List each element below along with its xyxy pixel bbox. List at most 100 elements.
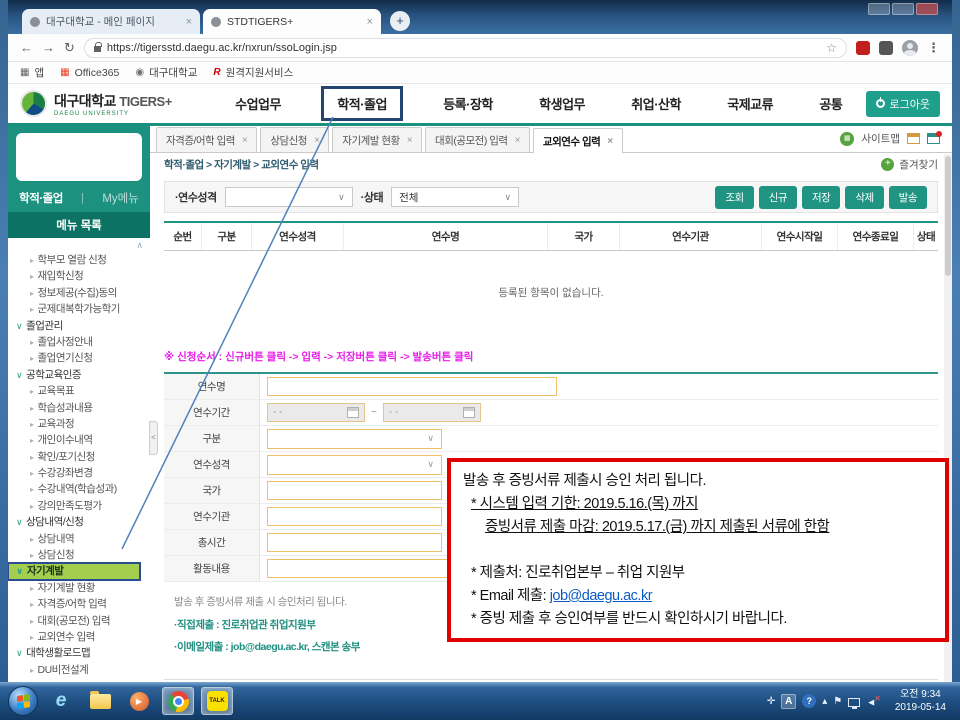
show-hidden-icons[interactable]: ▴ bbox=[822, 696, 827, 707]
sidebar-item[interactable]: ▸졸업연기신청 bbox=[8, 350, 150, 366]
nav-item[interactable]: 취업·산학 bbox=[625, 89, 687, 118]
pdf-extension-icon[interactable] bbox=[856, 41, 870, 55]
sidebar-item[interactable]: ▸재입학신청 bbox=[8, 268, 150, 284]
bookmark-star-icon[interactable]: ☆ bbox=[826, 41, 837, 55]
sidebar-item[interactable]: ▸자격증/어학 입력 bbox=[8, 596, 150, 612]
tab-close-icon[interactable]: × bbox=[242, 135, 247, 146]
tab-close-icon[interactable]: × bbox=[515, 135, 520, 146]
sidebar-item[interactable]: ▸졸업사정안내 bbox=[8, 334, 150, 350]
sidebar-item[interactable]: ∨공학교육인증 bbox=[8, 367, 150, 383]
구분-select[interactable]: ∨ bbox=[267, 429, 442, 449]
sidebar-item[interactable]: ▸DU비전설계 bbox=[8, 662, 150, 678]
end-date-input[interactable]: - - bbox=[383, 403, 481, 422]
sidebar-tab-mymenu[interactable]: My메뉴 bbox=[102, 190, 139, 206]
tab-close-icon[interactable]: × bbox=[314, 135, 319, 146]
tab-close-icon[interactable]: × bbox=[607, 136, 612, 147]
sidebar-item[interactable]: ▸상담신청 bbox=[8, 547, 150, 563]
calendar-icon[interactable] bbox=[347, 407, 359, 418]
taskbar-clock[interactable]: 오전 9:34 2019-05-14 bbox=[889, 688, 952, 714]
search-field-select[interactable]: ∨ bbox=[225, 187, 353, 207]
browser-tab[interactable]: STDTIGERS+× bbox=[203, 9, 381, 34]
maximize-button[interactable] bbox=[892, 3, 914, 15]
email-link[interactable]: job@daegu.ac.kr bbox=[550, 588, 652, 604]
new-button[interactable]: 신규 bbox=[759, 186, 797, 209]
총시간-input[interactable] bbox=[267, 533, 442, 552]
browser-menu-icon[interactable]: ⋮ bbox=[927, 40, 940, 56]
chrome-icon[interactable] bbox=[162, 687, 194, 715]
collapse-all-icon[interactable]: ∧ bbox=[136, 240, 143, 251]
sidebar-item[interactable]: ▸자기계발 현황 bbox=[8, 580, 150, 596]
nav-item[interactable]: 수업업무 bbox=[229, 89, 287, 118]
kakaotalk-icon[interactable]: TALK bbox=[201, 687, 233, 715]
address-bar[interactable]: https://tigersstd.daegu.ac.kr/nxrun/ssoL… bbox=[84, 38, 847, 58]
save-button[interactable]: 저장 bbox=[802, 186, 840, 209]
media-player-icon[interactable]: ▶ bbox=[123, 687, 155, 715]
favorites-link[interactable]: + 즐겨찾기 bbox=[881, 157, 938, 172]
nav-item[interactable]: 학생업무 bbox=[533, 89, 591, 118]
활동내용-input[interactable] bbox=[267, 559, 467, 578]
flag-icon[interactable]: ⚑ bbox=[833, 696, 842, 707]
profile-avatar[interactable] bbox=[902, 40, 918, 56]
nav-item[interactable]: 등록·장학 bbox=[437, 89, 499, 118]
nav-item[interactable]: 공통 bbox=[813, 89, 848, 118]
file-explorer-icon[interactable] bbox=[84, 687, 116, 715]
ime-tool-icon[interactable]: ✛ bbox=[767, 696, 775, 707]
sidebar-item[interactable]: ▸확인/포기신청 bbox=[8, 449, 150, 465]
bookmark-item[interactable]: ▦Office365 bbox=[60, 67, 119, 79]
back-icon[interactable]: ← bbox=[20, 40, 33, 55]
reload-icon[interactable]: ↻ bbox=[64, 40, 75, 56]
국가-input[interactable] bbox=[267, 481, 442, 500]
forward-icon[interactable]: → bbox=[42, 40, 55, 55]
start-button[interactable] bbox=[8, 686, 38, 716]
search-button[interactable]: 조회 bbox=[715, 186, 753, 209]
sidebar-item[interactable]: ∨대학생활로드맵 bbox=[8, 645, 150, 661]
mdi-tab[interactable]: 상담신청× bbox=[260, 127, 329, 152]
ime-a-indicator[interactable]: A bbox=[781, 694, 796, 709]
logout-button[interactable]: 로그아웃 bbox=[866, 91, 940, 117]
bookmark-item[interactable]: ▦앱 bbox=[20, 65, 44, 80]
sidebar-collapse-handle[interactable]: < bbox=[149, 421, 158, 455]
sidebar-item[interactable]: ∨상담내역/신청 bbox=[8, 514, 150, 530]
help-icon[interactable]: ? bbox=[802, 694, 816, 708]
sidebar-item[interactable]: ▸개인이수내역 bbox=[8, 432, 150, 448]
sidebar-item[interactable]: ▸교육목표 bbox=[8, 383, 150, 399]
network-icon[interactable] bbox=[848, 698, 860, 707]
nav-item[interactable]: 국제교류 bbox=[721, 89, 779, 118]
window-restore-icon[interactable] bbox=[907, 133, 920, 144]
sidebar-item[interactable]: ▸정보제공(수집)동의 bbox=[8, 285, 150, 301]
bookmark-item[interactable]: ◉대구대학교 bbox=[135, 65, 197, 80]
연수명-input[interactable] bbox=[267, 377, 557, 396]
internet-explorer-icon[interactable]: e bbox=[45, 687, 77, 715]
tab-close-icon[interactable]: × bbox=[367, 16, 373, 28]
calendar-icon[interactable] bbox=[463, 407, 475, 418]
new-tab-button[interactable]: + bbox=[390, 11, 410, 31]
extension-icon[interactable] bbox=[879, 41, 893, 55]
sidebar-item[interactable]: ▸학습성과내용 bbox=[8, 400, 150, 416]
sidebar-item[interactable]: ▸교외연수 입력 bbox=[8, 629, 150, 645]
mdi-tab[interactable]: 교외연수 입력× bbox=[533, 128, 623, 153]
browser-tab[interactable]: 대구대학교 - 메인 페이지× bbox=[22, 9, 200, 34]
sidebar-item[interactable]: ∨졸업관리 bbox=[8, 318, 150, 334]
close-all-tabs-icon[interactable] bbox=[927, 133, 940, 144]
tab-close-icon[interactable]: × bbox=[407, 135, 412, 146]
연수기관-input[interactable] bbox=[267, 507, 442, 526]
sidebar-item[interactable]: ∨자기계발 bbox=[8, 563, 140, 579]
연수성격-select[interactable]: ∨ bbox=[267, 455, 442, 475]
close-button[interactable] bbox=[916, 3, 938, 15]
mdi-tab[interactable]: 자기계발 현황× bbox=[332, 127, 422, 152]
delete-button[interactable]: 삭제 bbox=[845, 186, 883, 209]
university-logo[interactable]: 대구대학교 TIGERS+ DAEGU UNIVERSITY bbox=[20, 90, 212, 117]
send-button[interactable]: 발송 bbox=[889, 186, 927, 209]
sidebar-item[interactable]: ▸교육과정 bbox=[8, 416, 150, 432]
mdi-tab[interactable]: 대회(공모전) 입력× bbox=[425, 127, 530, 152]
bookmark-item[interactable]: R원격지원서비스 bbox=[213, 65, 293, 80]
mdi-tab[interactable]: 자격증/어학 입력× bbox=[156, 127, 257, 152]
sidebar-item[interactable]: ▸강의만족도평가 bbox=[8, 498, 150, 514]
sidebar-tab-haksa[interactable]: 학적·졸업 bbox=[19, 190, 63, 206]
sidebar-item[interactable]: ▸상담내역 bbox=[8, 531, 150, 547]
volume-muted-icon[interactable]: ◄✕ bbox=[866, 694, 883, 708]
nav-item[interactable]: 학적·졸업 bbox=[321, 86, 403, 121]
start-date-input[interactable]: - - bbox=[267, 403, 365, 422]
sidebar-item[interactable]: ▸수강내역(학습성과) bbox=[8, 481, 150, 497]
sidebar-item[interactable]: ▸수강강좌변경 bbox=[8, 465, 150, 481]
